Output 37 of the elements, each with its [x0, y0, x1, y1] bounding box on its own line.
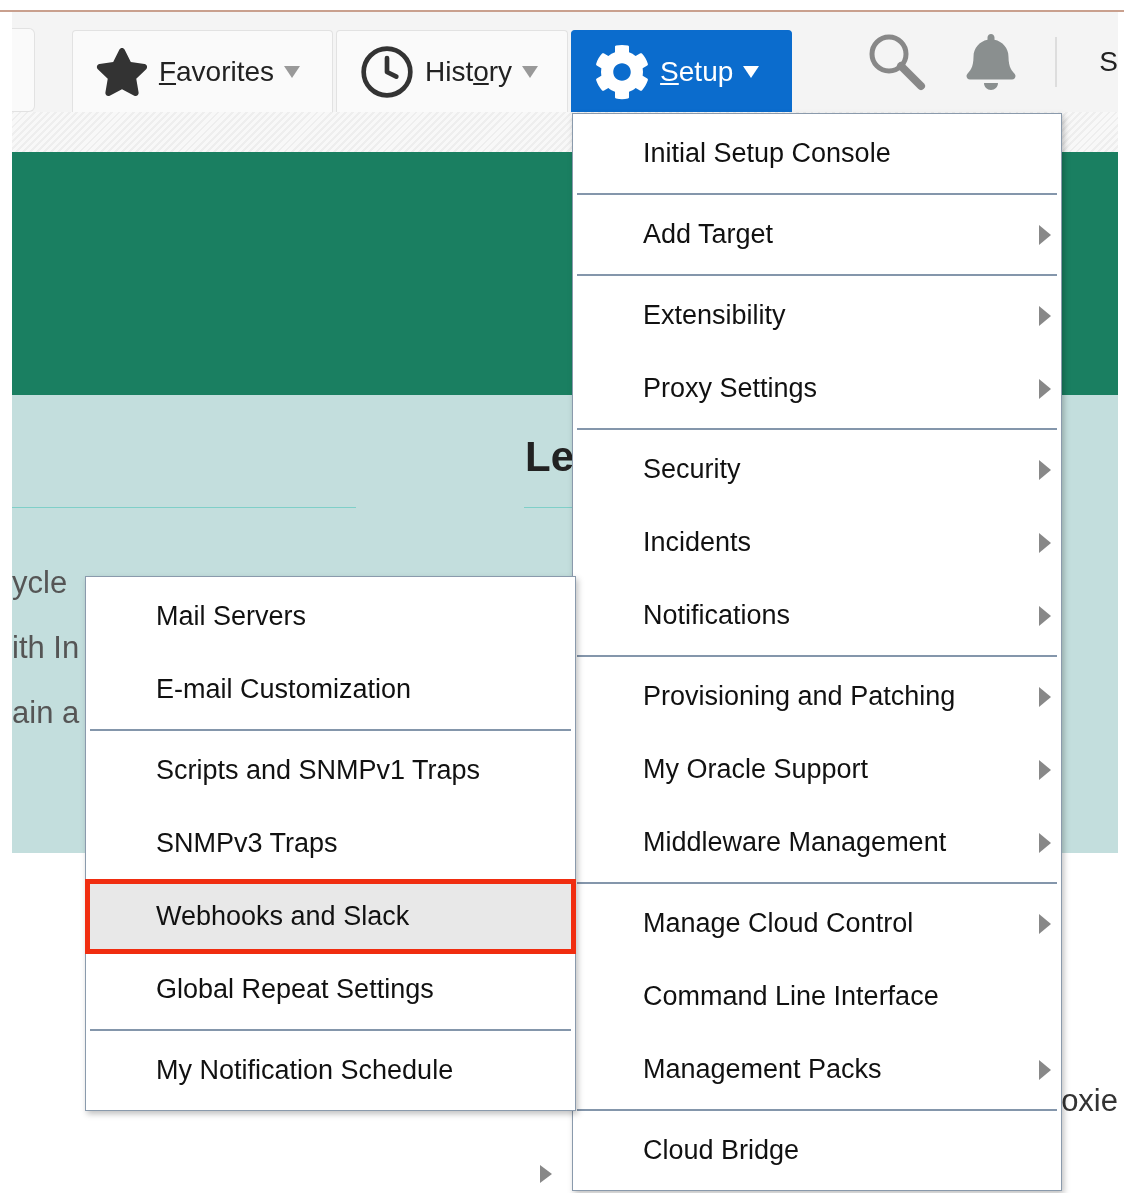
- history-menu-button[interactable]: History: [335, 30, 569, 112]
- menu-item[interactable]: Middleware Management: [573, 806, 1061, 879]
- search-icon[interactable]: [867, 32, 928, 92]
- toolbar-label[interactable]: S: [1099, 46, 1118, 78]
- section-heading: Le: [525, 433, 574, 481]
- menu-item[interactable]: Manage Cloud Control: [573, 887, 1061, 960]
- menu-item[interactable]: Provisioning and Patching: [573, 660, 1061, 733]
- menu-item[interactable]: Scripts and SNMPv1 Traps: [86, 734, 575, 807]
- menu-item[interactable]: Add Target: [573, 198, 1061, 271]
- menu-item[interactable]: Command Line Interface: [573, 960, 1061, 1033]
- body-text: ain a: [12, 695, 80, 730]
- menu-item[interactable]: Initial Setup Console: [573, 117, 1061, 190]
- clock-icon: [358, 43, 415, 100]
- menu-item[interactable]: Mail Servers: [86, 580, 575, 653]
- menu-item[interactable]: My Notification Schedule: [86, 1034, 575, 1107]
- setup-menu-button[interactable]: Setup: [571, 30, 793, 112]
- menu-item[interactable]: Extensibility: [573, 279, 1061, 352]
- menu-item[interactable]: Management Packs: [573, 1033, 1061, 1106]
- body-text: ith In: [12, 630, 80, 665]
- menu-item[interactable]: Notifications: [573, 579, 1061, 652]
- menu-item[interactable]: Cloud Bridge: [573, 1114, 1061, 1187]
- caret-icon: [743, 65, 760, 78]
- body-text: ycle: [12, 565, 68, 600]
- expand-triangle-icon[interactable]: [540, 1165, 552, 1183]
- menu-item[interactable]: Global Repeat Settings: [86, 953, 575, 1026]
- favorites-menu-button[interactable]: Favorites: [71, 30, 333, 112]
- menu-item[interactable]: SNMPv3 Traps: [86, 807, 575, 880]
- menu-item[interactable]: My Oracle Support: [573, 733, 1061, 806]
- caret-icon: [522, 65, 539, 78]
- menu-item[interactable]: E-mail Customization: [86, 653, 575, 726]
- menu-item[interactable]: Webhooks and Slack: [86, 880, 575, 953]
- menu-item[interactable]: Security: [573, 433, 1061, 506]
- menu-item[interactable]: Incidents: [573, 506, 1061, 579]
- caret-icon: [284, 65, 301, 78]
- gear-icon: [594, 43, 651, 100]
- menu-item[interactable]: Proxy Settings: [573, 352, 1061, 425]
- body-text: oxie: [1061, 1083, 1118, 1119]
